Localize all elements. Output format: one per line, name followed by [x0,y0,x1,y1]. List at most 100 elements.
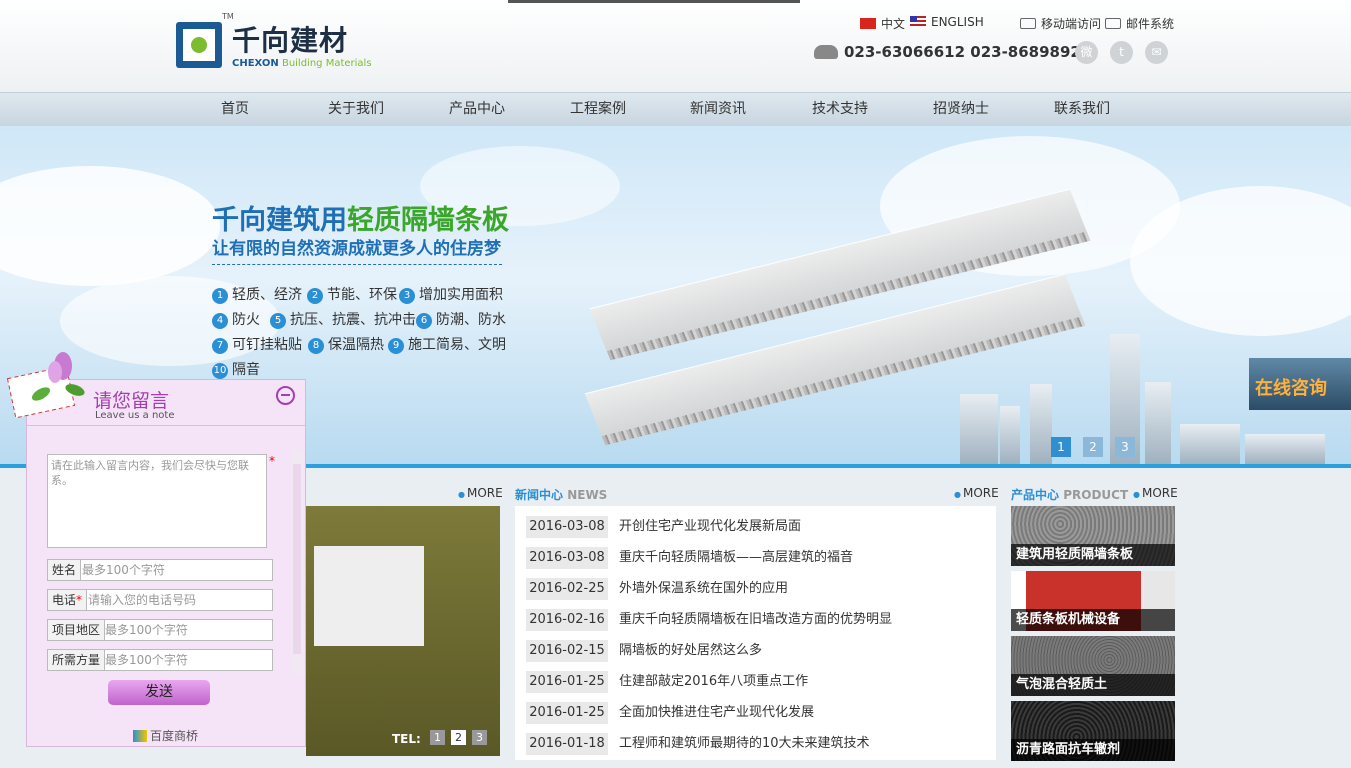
feature-text: 轻质、经济 [232,287,302,303]
logo-text-en: CHEXON Building Materials [232,58,372,69]
news-title[interactable]: 住建部敲定2016年八项重点工作 [619,671,808,693]
form-scrollbar[interactable] [291,450,303,674]
form-header: 请您留言 Leave us a note [27,380,305,426]
send-button[interactable]: 发送 [108,680,210,705]
scrollbar-thumb[interactable] [293,464,301,654]
building-decoration [1180,424,1240,464]
leave-message-widget: 请您留言 Leave us a note 请在此输入留言内容，我们会尽快与您联系… [6,352,306,747]
news-title[interactable]: 外墙外保温系统在国外的应用 [619,578,788,600]
phone-field-label-text: 电话 [52,593,77,607]
news-title[interactable]: 隔墙板的好处居然这么多 [619,640,762,662]
news-title[interactable]: 重庆千向轻质隔墙板在旧墙改造方面的优势明显 [619,609,892,631]
case-pager-1[interactable]: 1 [430,730,445,745]
news-more-link[interactable]: MORE [954,486,999,500]
feature-item: 9 施工简易、文明 [388,334,506,354]
nav-products[interactable]: 产品中心 [449,93,505,126]
banner-pager-2[interactable]: 2 [1083,437,1103,457]
china-flag-icon [860,18,876,29]
phone-field[interactable]: 电话* 请输入您的电话号码 [47,589,273,611]
lang-en-link[interactable]: ENGLISH [910,15,984,29]
news-date: 2016-01-25 [526,702,608,724]
feature-number: 7 [212,338,228,354]
product-title-cn: 产品中心 [1011,488,1060,502]
feature-number: 4 [212,313,228,329]
telephone-icon [814,45,838,59]
news-item[interactable]: 2016-02-15 隔墙板的好处居然这么多 [515,636,996,664]
online-consult-label: 在线咨询 [1255,378,1327,399]
news-date: 2016-03-08 [526,547,608,569]
product-card[interactable]: 轻质条板机械设备 [1011,571,1175,631]
phone-field-placeholder: 请输入您的电话号码 [88,593,197,607]
phone-field-label: 电话* [48,590,88,610]
mail-system-link[interactable]: 邮件系统 [1105,15,1174,32]
feature-text: 保温隔热 [328,337,384,353]
case-pager-2[interactable]: 2 [451,730,466,745]
nav-contact[interactable]: 联系我们 [1054,93,1110,126]
feature-item: 8 保温隔热 [308,334,384,354]
logo[interactable]: TM 千向建材 CHEXON Building Materials [176,12,372,72]
product-card[interactable]: 建筑用轻质隔墙条板 [1011,506,1175,566]
banner-pager-3[interactable]: 3 [1115,437,1135,457]
news-title[interactable]: 全面加快推进住宅产业现代化发展 [619,702,814,724]
news-item[interactable]: 2016-03-08 重庆千向轻质隔墙板——高层建筑的福音 [515,543,996,571]
news-item[interactable]: 2016-02-25 外墙外保温系统在国外的应用 [515,574,996,602]
nav-news[interactable]: 新闻资讯 [690,93,746,126]
top-divider [508,0,800,3]
product-more-link[interactable]: MORE [1133,486,1178,500]
tencent-weibo-icon[interactable]: t [1110,41,1133,64]
case-tel-label: TEL: [392,732,421,746]
feature-text: 防潮、防水 [436,312,506,328]
mobile-access-label: 移动端访问 [1041,17,1102,31]
building-decoration [960,394,998,464]
case-more-link[interactable]: MORE [458,486,503,500]
nav-tech-support[interactable]: 技术支持 [812,93,868,126]
news-title[interactable]: 重庆千向轻质隔墙板——高层建筑的福音 [619,547,853,569]
banner-title: 千向建筑用轻质隔墙条板 [212,198,509,237]
news-date: 2016-03-08 [526,516,608,538]
news-title[interactable]: 开创住宅产业现代化发展新局面 [619,516,801,538]
minimize-icon[interactable] [276,386,295,405]
baidu-shangqiao-link[interactable]: 百度商桥 [133,727,198,744]
online-consult-button[interactable]: 在线咨询 [1249,358,1351,410]
feature-number: 5 [270,313,286,329]
news-item[interactable]: 2016-03-08 开创住宅产业现代化发展新局面 [515,512,996,540]
feature-number: 1 [212,288,228,304]
feature-number: 9 [388,338,404,354]
news-section-title: 新闻中心 NEWS [515,486,607,503]
wechat-icon[interactable]: ✉ [1145,41,1168,64]
nav-home[interactable]: 首页 [221,93,249,126]
project-area-field[interactable]: 项目地区 最多100个字符 [47,619,273,641]
feature-text: 隔音 [232,362,260,378]
nav-about[interactable]: 关于我们 [328,93,384,126]
product-card[interactable]: 沥青路面抗车辙剂 [1011,701,1175,761]
news-item[interactable]: 2016-01-18 工程师和建筑师最期待的10大未来建筑技术 [515,729,996,757]
news-title[interactable]: 工程师和建筑师最期待的10大未来建筑技术 [619,733,870,755]
required-volume-field[interactable]: 所需方量 最多100个字符 [47,649,273,671]
feature-text: 可钉挂粘贴 [232,337,302,353]
nav-cases[interactable]: 工程案例 [570,93,626,126]
product-card[interactable]: 气泡混合轻质土 [1011,636,1175,696]
feature-text: 抗压、抗震、抗冲击 [290,312,416,328]
news-item[interactable]: 2016-01-25 全面加快推进住宅产业现代化发展 [515,698,996,726]
weibo-icon[interactable]: 微 [1075,41,1098,64]
case-pager-3[interactable]: 3 [472,730,487,745]
case-image[interactable]: TEL: 1 2 3 [306,506,500,756]
banner-title-part1: 千向建筑用 [212,205,347,236]
mobile-access-link[interactable]: 移动端访问 [1020,15,1101,32]
feature-item: 3 增加实用面积 [399,284,503,304]
feature-item: 6 防潮、防水 [416,309,506,329]
name-field[interactable]: 姓名 最多100个字符 [47,559,273,581]
feature-text: 施工简易、文明 [408,337,506,353]
main-nav: 首页 关于我们 产品中心 工程案例 新闻资讯 技术支持 招贤纳士 联系我们 [0,92,1351,127]
banner-pager-1[interactable]: 1 [1051,437,1071,457]
mail-icon [1105,18,1121,29]
nav-careers[interactable]: 招贤纳士 [933,93,989,126]
feature-number: 8 [308,338,324,354]
news-date: 2016-02-25 [526,578,608,600]
news-item[interactable]: 2016-02-16 重庆千向轻质隔墙板在旧墙改造方面的优势明显 [515,605,996,633]
news-item[interactable]: 2016-01-25 住建部敲定2016年八项重点工作 [515,667,996,695]
banner-divider [212,264,502,265]
banner-title-part2: 轻质隔墙条板 [347,205,509,236]
lang-cn-link[interactable]: 中文 [860,15,905,32]
message-textarea[interactable]: 请在此输入留言内容，我们会尽快与您联系。 [47,454,267,548]
